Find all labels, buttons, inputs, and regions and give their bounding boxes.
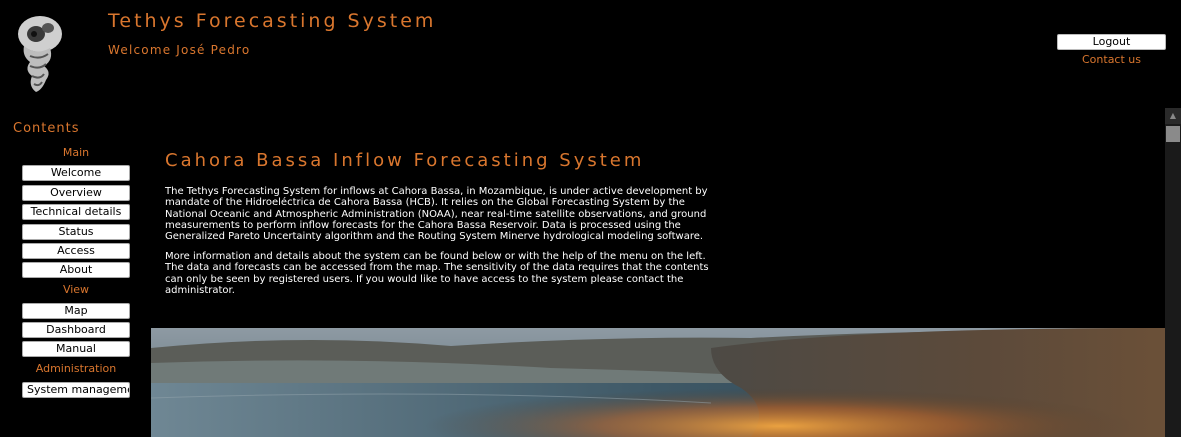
contact-us-link[interactable]: Contact us (1057, 53, 1166, 66)
arrow-up-icon[interactable]: ▲ (1165, 108, 1181, 124)
sidebar-item-manual[interactable]: Manual (22, 341, 130, 357)
contents-heading: Contents (13, 121, 80, 136)
sidebar-item-overview[interactable]: Overview (22, 185, 130, 201)
sidebar-group-administration-label: Administration (35, 362, 117, 375)
sidebar-item-map[interactable]: Map (22, 303, 130, 319)
sidebar-group-view-label: View (62, 283, 90, 296)
sidebar-group-main-label: Main (62, 146, 90, 159)
sidebar-item-access[interactable]: Access (22, 243, 130, 259)
sidebar-item-dashboard[interactable]: Dashboard (22, 322, 130, 338)
sidebar-item-technical-details[interactable]: Technical details (22, 204, 130, 220)
sidebar-item-system-management[interactable]: System management (22, 382, 130, 398)
cahora-bassa-photo (151, 328, 1165, 437)
shell-fossil-logo-icon (18, 16, 62, 92)
page-title: Cahora Bassa Inflow Forecasting System (165, 150, 645, 171)
welcome-user-text: Welcome José Pedro (108, 43, 251, 57)
sidebar-item-about[interactable]: About (22, 262, 130, 278)
sidebar-item-welcome[interactable]: Welcome (22, 165, 130, 181)
info-paragraph: More information and details about the s… (165, 251, 709, 296)
scrollbar-thumb[interactable] (1166, 126, 1180, 142)
page-scrollbar[interactable]: ▲ (1165, 108, 1181, 437)
tethys-logo (14, 12, 70, 94)
app-title: Tethys Forecasting System (108, 10, 437, 32)
sidebar-item-status[interactable]: Status (22, 224, 130, 240)
intro-paragraph: The Tethys Forecasting System for inflow… (165, 186, 708, 243)
logout-button[interactable]: Logout (1057, 34, 1166, 50)
